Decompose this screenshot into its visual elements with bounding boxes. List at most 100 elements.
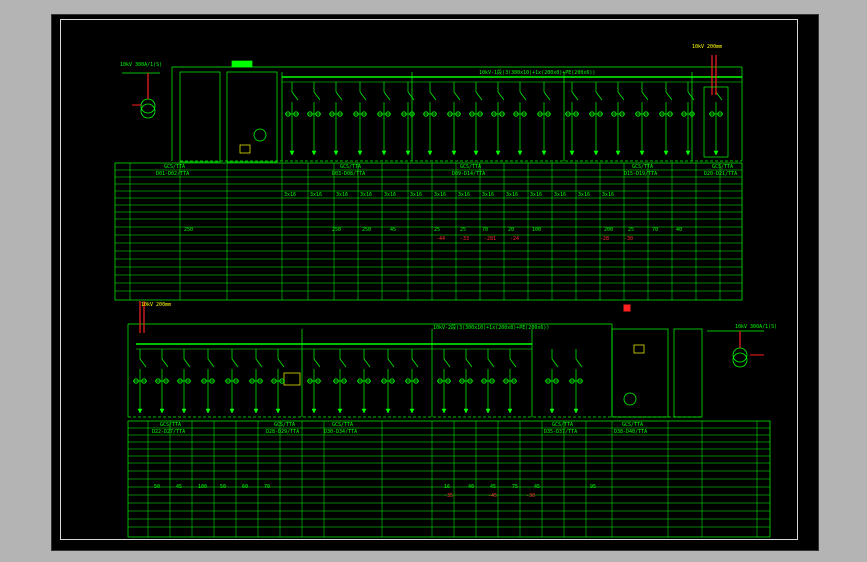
top-arrow-icon: [311, 150, 317, 156]
top-row-value-cell: 3x16: [506, 192, 519, 198]
top-breaker-blade: [519, 91, 527, 101]
schematic-drawing: [114, 55, 771, 538]
top-breaker-blade: [665, 91, 673, 101]
bottom-arrow-icon: [549, 408, 555, 414]
bottom-breaker-blade: [231, 358, 239, 368]
bottom-arrow-icon: [441, 408, 447, 414]
top-current-value-cell: 250: [332, 227, 342, 233]
bottom-section-header-2: GCS/TTA: [274, 422, 296, 428]
top-breaker-blade: [429, 91, 437, 101]
bottom-row-value-cell: 16: [444, 484, 451, 490]
bottom-red-value-cell: -35: [444, 493, 454, 499]
top-breaker-blade: [617, 91, 625, 101]
top-section-code-4: D15-D19/TTA: [624, 171, 658, 177]
top-row-value-cell: 3x16: [336, 192, 349, 198]
top-breaker-blade: [595, 91, 603, 101]
top-row-value-cell: 3x16: [384, 192, 397, 198]
top-busbar-label: 10kV-1段(3(300x10)+1x(200x8)+PE(200x6)): [479, 70, 596, 76]
bottom-breaker-blade: [139, 358, 147, 368]
bottom-arrow-icon: [275, 408, 281, 414]
bottom-section-header-1: GCS/TTA: [160, 422, 182, 428]
bottom-breaker-blade: [207, 358, 215, 368]
top-arrow-icon: [333, 150, 339, 156]
top-row-value-cell: 3x16: [578, 192, 591, 198]
bottom-row-value-cell: 45: [534, 484, 541, 490]
top-section-header-4: GCS/TTA: [632, 164, 654, 170]
bottom-row-value-cell: 50: [154, 484, 161, 490]
top-breaker-blade: [715, 91, 723, 101]
bottom-row-value-cell: 45: [176, 484, 183, 490]
top-section-header-1: GCS/TTA: [164, 164, 186, 170]
top-breaker-blade: [407, 91, 415, 101]
top-arrow-icon: [451, 150, 457, 156]
top-current-value-cell: 40: [676, 227, 683, 233]
top-breaker-blade: [335, 91, 343, 101]
bottom-arrow-icon: [181, 408, 187, 414]
top-incomer-cabinet: [179, 71, 221, 163]
top-metering-cabinet: [226, 71, 278, 163]
bottom-breaker-blade: [161, 358, 169, 368]
bottom-row-value-cell: 100: [198, 484, 208, 490]
top-current-value-cell: 100: [532, 227, 542, 233]
drawing-canvas: 10kV 300A/1(S) 10kV-1段(3(300x10)+1x(200x…: [51, 14, 819, 551]
top-current-value-cell: 20: [508, 227, 515, 233]
top-arrow-icon: [713, 150, 719, 156]
bottom-source-label: 10kV 300A/1(S): [735, 324, 778, 330]
top-current-value-cell: 70: [652, 227, 659, 233]
bottom-section-code-5: D38-D40/TTA: [614, 429, 648, 435]
bottom-arrow-icon: [385, 408, 391, 414]
bottom-row-value-cell: 60: [242, 484, 249, 490]
top-breaker-blade: [475, 91, 483, 101]
bottom-breaker-blade: [277, 358, 285, 368]
bottom-section-code-1: D22-D27/TTA: [152, 429, 186, 435]
top-row-value-cell: 3x16: [458, 192, 471, 198]
top-section-code-3: D09-D14/TTA: [452, 171, 486, 177]
top-arrow-icon: [427, 150, 433, 156]
top-arrow-icon: [289, 150, 295, 156]
top-arrow-icon: [615, 150, 621, 156]
top-red-value-cell: -24: [510, 236, 520, 242]
bottom-arrow-icon: [311, 408, 317, 414]
top-arrow-icon: [593, 150, 599, 156]
bottom-busbar-label: 10kV-2段(3(300x10)+1x(200x8)+PE(200x6)): [433, 325, 550, 331]
top-red-value-cell: -281: [484, 236, 497, 242]
bottom-breaker-blade: [487, 358, 495, 368]
top-row-value-cell: 3x16: [410, 192, 423, 198]
top-breaker-blade: [313, 91, 321, 101]
bottom-arrow-icon: [159, 408, 165, 414]
top-current-value-cell: 25: [628, 227, 635, 233]
top-arrow-icon: [663, 150, 669, 156]
top-arrow-icon: [357, 150, 363, 156]
top-row-value-cell: 3x16: [602, 192, 615, 198]
bottom-breaker-blade: [551, 358, 559, 368]
top-breaker-blade: [543, 91, 551, 101]
bottom-section-header-4: GCS/TTA: [552, 422, 574, 428]
bottom-arrow-icon: [573, 408, 579, 414]
top-arrow-icon: [405, 150, 411, 156]
bottom-arrow-icon: [253, 408, 259, 414]
bottom-section-code-2: D28-D29/TTA: [266, 429, 300, 435]
top-pt-box: [239, 144, 251, 154]
bottom-breaker-blade: [509, 358, 517, 368]
bottom-pt-box: [633, 344, 645, 354]
red-marker-icon: [623, 304, 631, 312]
top-row-value-cell: 3x16: [284, 192, 297, 198]
top-section-header-5: GCS/TTA: [712, 164, 734, 170]
bottom-breaker-blade: [443, 358, 451, 368]
bottom-row-value-cell: 95: [590, 484, 597, 490]
bottom-section-code-3: D30-D34/TTA: [324, 429, 358, 435]
bottom-arrow-icon: [409, 408, 415, 414]
bottom-breaker-blade: [465, 358, 473, 368]
bottom-arrow-icon: [137, 408, 143, 414]
top-red-value-cell: -28: [600, 236, 610, 242]
bottom-left-label: 10kV 200mm: [141, 302, 172, 308]
top-breaker-blade: [359, 91, 367, 101]
bottom-red-value-cell: -45: [488, 493, 498, 499]
bottom-arrow-icon: [485, 408, 491, 414]
top-breaker-blade: [571, 91, 579, 101]
bottom-metering-cabinet: [611, 328, 669, 418]
top-right-label: 10kV 200mm: [692, 44, 723, 50]
bottom-breaker-blade: [575, 358, 583, 368]
top-current-value-cell: 250: [184, 227, 194, 233]
top-section-header-2: GCS/TTA: [340, 164, 362, 170]
